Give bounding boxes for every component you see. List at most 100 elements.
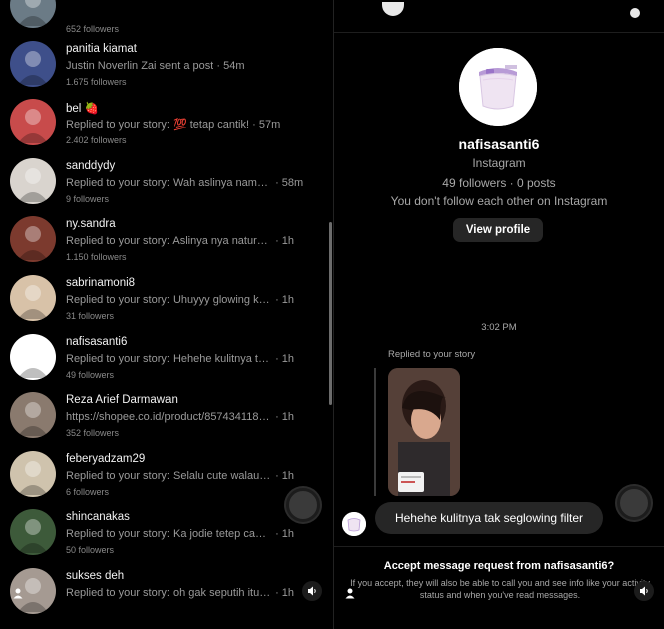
inbox-row-time: · 58m xyxy=(275,176,304,189)
message-bubble[interactable]: Hehehe kulitnya tak seglowing filter xyxy=(375,502,603,534)
inbox-row-followers: 352 followers xyxy=(66,428,120,439)
inbox-row-message: Replied to your story: Wah aslinya nama.… xyxy=(66,176,272,189)
inbox-row-time: · 1h xyxy=(275,469,295,482)
inbox-row-name: feberyadzam29 xyxy=(66,452,146,465)
inbox-row-name: shincanakas xyxy=(66,511,130,524)
avatar-group-icon xyxy=(10,0,56,28)
inbox-row-message: Replied to your story: 💯 tetap cantik! xyxy=(66,119,250,132)
inbox-row-preview: Replied to your story: Selalu cute walau… xyxy=(66,470,324,482)
inbox-row[interactable]: 652 followers xyxy=(0,0,333,34)
inbox-row-name: ny.sandra xyxy=(66,218,116,231)
story-thumbnail[interactable] xyxy=(388,368,460,496)
inbox-row-message: Replied to your story: oh gak seputih it… xyxy=(66,587,272,599)
speaker-icon[interactable] xyxy=(302,581,322,601)
inbox-row-message: Replied to your story: Aslinya nya natur… xyxy=(66,235,272,248)
avatar-pattern-icon xyxy=(10,157,56,204)
inbox-row-message: Replied to your story: Ka jodie tetep ca… xyxy=(66,528,272,541)
inbox-row-followers: 50 followers xyxy=(66,545,115,556)
inbox-row-preview: Replied to your story: Uhuyyy glowing ka… xyxy=(66,294,324,306)
inbox-row[interactable]: nafisasanti6 Replied to your story: Heheh… xyxy=(0,328,333,386)
person-icon[interactable] xyxy=(10,586,26,602)
inbox-row-preview: Replied to your story: Ka jodie tetep ca… xyxy=(66,528,324,540)
avatar-person-icon xyxy=(10,392,56,439)
inbox-row-name: sukses deh xyxy=(66,570,125,582)
inbox-row-time: · 1h xyxy=(275,294,295,306)
reply-quote-bar xyxy=(374,368,376,496)
status-dot-icon xyxy=(630,8,640,18)
inbox-row[interactable]: feberyadzam29 Replied to your story: Sela… xyxy=(0,445,333,503)
inbox-row-followers: 6 followers xyxy=(66,486,110,497)
inbox-row-time: · 1h xyxy=(275,352,295,365)
avatar-product-icon xyxy=(10,450,56,497)
header-divider xyxy=(334,32,664,33)
inbox-row-followers: 1.675 followers xyxy=(66,76,127,87)
floating-control-button[interactable] xyxy=(617,486,651,520)
view-profile-button[interactable]: View profile xyxy=(453,218,543,242)
avatar-person-icon xyxy=(10,216,56,263)
avatar-group-icon xyxy=(10,40,56,87)
replied-story-label: Replied to your story xyxy=(388,349,476,360)
inbox-row[interactable]: ny.sandra Replied to your story: Aslinya … xyxy=(0,210,333,268)
inbox-row-preview: Replied to your story: Wah aslinya nama.… xyxy=(66,177,324,189)
request-body: If you accept, they will also be able to… xyxy=(350,578,650,600)
inbox-row[interactable]: Reza Arief Darmawan https://shopee.co.id/… xyxy=(0,386,333,444)
inbox-row-followers: 49 followers xyxy=(66,369,115,380)
request-divider xyxy=(334,546,664,547)
inbox-row-time: · 54m xyxy=(216,59,245,72)
inbox-row-time: · 1h xyxy=(275,587,295,599)
request-title: Accept message request from nafisasanti6… xyxy=(383,560,615,572)
person-icon[interactable] xyxy=(342,586,358,602)
faceshield-icon xyxy=(459,48,537,126)
inbox-row-name: sabrinamoni8 xyxy=(66,277,136,289)
inbox-row-preview: https://shopee.co.id/product/857434118/2… xyxy=(66,411,324,423)
profile-platform: Instagram xyxy=(472,156,526,170)
profile-stats: 49 followers · 0 posts xyxy=(442,176,556,190)
speaker-icon[interactable] xyxy=(634,581,654,601)
inbox-row-message: Replied to your story: Hehehe kulitnya t… xyxy=(66,352,272,365)
inbox-row-message: https://shopee.co.id/product/857434118/2… xyxy=(66,411,272,424)
inbox-row-message: Replied to your story: Selalu cute walau… xyxy=(66,469,272,482)
inbox-row-followers: 9 followers xyxy=(66,193,110,204)
faceshield-icon xyxy=(342,512,366,536)
story-photo-icon xyxy=(388,368,460,496)
inbox-row-message: Justin Noverlin Zai sent a post xyxy=(66,59,214,72)
inbox-row-name: panitia kiamat xyxy=(66,42,137,55)
inbox-scrollbar[interactable] xyxy=(329,222,332,405)
inbox-row-preview: Replied to your story: Aslinya nya natur… xyxy=(66,235,324,247)
avatar-person-icon xyxy=(10,99,56,146)
avatar-faceshield-icon xyxy=(10,333,56,380)
inbox-row-name: nafisasanti6 xyxy=(66,335,128,348)
inbox-row-message: Replied to your story: Uhuyyy glowing ka… xyxy=(66,294,272,306)
message-timestamp: 3:02 PM xyxy=(481,322,517,333)
inbox-row-name: Reza Arief Darmawan xyxy=(66,394,178,407)
conversation-panel: nafisasanti6 Instagram 49 followers · 0 … xyxy=(334,0,664,629)
profile-avatar[interactable] xyxy=(459,48,537,126)
inbox-row-time: · 1h xyxy=(275,235,295,248)
status-indicator-icon xyxy=(382,2,404,16)
inbox-row-name: bel 🍓 xyxy=(66,103,99,116)
inbox-row[interactable]: bel 🍓 Replied to your story: 💯 tetap cant… xyxy=(0,93,333,151)
inbox-row-preview: Justin Noverlin Zai sent a post · 54m xyxy=(66,60,324,72)
inbox-row[interactable]: shincanakas Replied to your story: Ka jod… xyxy=(0,503,333,561)
inbox-row-time: · 1h xyxy=(275,411,295,424)
inbox-panel: 652 followers panitia kiamat Justin Noverl… xyxy=(0,0,333,629)
inbox-row-name: sanddydy xyxy=(66,159,116,172)
inbox-row-preview: Replied to your story: oh gak seputih it… xyxy=(66,587,324,599)
inbox-row-preview: Replied to your story: 💯 tetap cantik! ·… xyxy=(66,118,324,131)
avatar-plant-icon xyxy=(10,509,56,556)
floating-control-button[interactable] xyxy=(286,488,320,522)
avatar-person-icon xyxy=(10,275,56,321)
inbox-row-followers: 1.150 followers xyxy=(66,252,127,263)
inbox-row[interactable]: sanddydy Replied to your story: Wah aslin… xyxy=(0,152,333,210)
inbox-row-followers: 31 followers xyxy=(66,311,115,321)
inbox-row-followers: 652 followers xyxy=(66,24,120,34)
inbox-row[interactable]: panitia kiamat Justin Noverlin Zai sent a… xyxy=(0,35,333,93)
inbox-row-followers: 2.402 followers xyxy=(66,135,127,146)
inbox-row-time: · 57m xyxy=(252,119,281,132)
inbox-row[interactable]: sabrinamoni8 Replied to your story: Uhuyy… xyxy=(0,269,333,327)
inbox-row-preview: Replied to your story: Hehehe kulitnya t… xyxy=(66,353,324,365)
sender-avatar[interactable] xyxy=(342,512,366,536)
profile-relation: You don't follow each other on Instagram xyxy=(390,194,608,208)
inbox-row[interactable]: sukses deh Replied to your story: oh gak … xyxy=(0,562,333,620)
profile-username: nafisasanti6 xyxy=(458,136,540,152)
